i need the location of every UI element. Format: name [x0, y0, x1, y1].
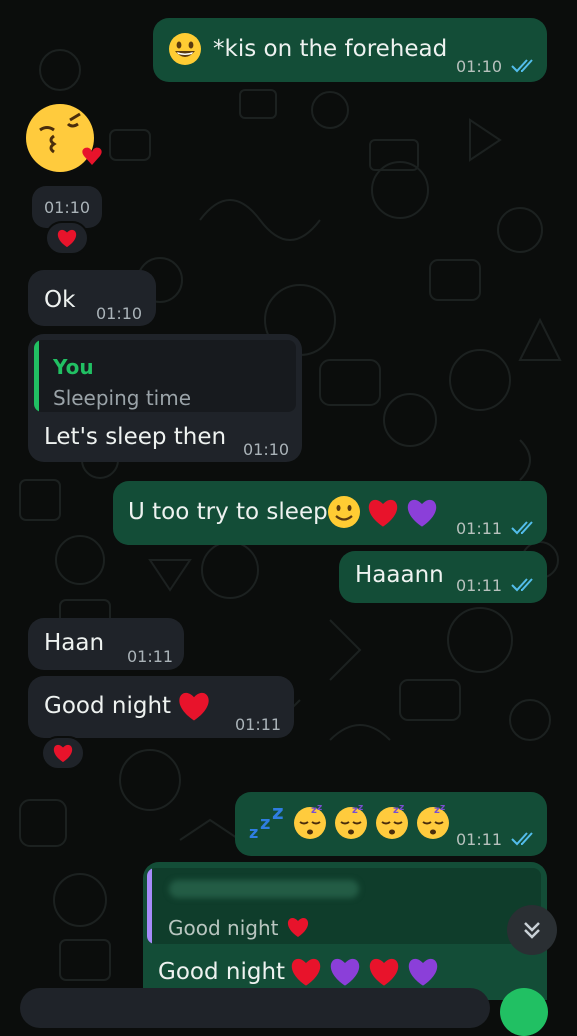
message-text: U too try to sleep	[128, 499, 328, 525]
svg-text:z: z	[399, 804, 404, 813]
svg-text:z: z	[358, 804, 363, 813]
message-text: Haaann	[355, 562, 444, 588]
reaction-badge[interactable]	[45, 221, 89, 255]
quote-accent-bar	[34, 340, 39, 412]
svg-text:z: z	[317, 804, 322, 813]
message-time: 01:10	[456, 57, 503, 76]
message-time: 01:11	[456, 576, 503, 595]
purple-heart-icon	[330, 958, 360, 986]
purple-heart-icon	[407, 499, 437, 527]
quote-author-blurred	[169, 880, 359, 898]
message-bubble-incoming[interactable]: Good night 01:11	[28, 676, 294, 738]
quoted-message[interactable]: You Sleeping time	[34, 340, 296, 412]
heart-icon	[53, 744, 73, 763]
message-time: 01:10	[243, 440, 290, 459]
quoted-message[interactable]: Good night	[147, 868, 541, 944]
message-emojis: z z z zz zz zz zz	[249, 800, 451, 842]
message-bubble-incoming[interactable]: Ok 01:10	[28, 270, 156, 326]
sleeping-emoji: zz	[335, 803, 368, 839]
scroll-to-bottom-button[interactable]	[507, 905, 557, 955]
quote-text: Good night	[168, 916, 279, 940]
quote-accent-bar	[147, 868, 152, 944]
message-input-bar[interactable]	[20, 988, 490, 1028]
message-emoji-incoming[interactable]	[22, 100, 106, 180]
message-text: Let's sleep then	[44, 424, 227, 450]
svg-text:z: z	[440, 804, 445, 813]
heart-icon	[287, 918, 309, 937]
message-emojis	[327, 495, 439, 529]
message-bubble-outgoing[interactable]: *kis on the forehead 01:10	[153, 18, 547, 82]
message-time: 01:11	[456, 830, 503, 849]
zzz-emoji: z z z	[249, 800, 284, 842]
heart-icon	[369, 958, 399, 986]
message-text: Haan	[44, 630, 105, 656]
heart-icon	[291, 958, 321, 986]
message-time: 01:11	[127, 647, 174, 666]
message-bubble-outgoing[interactable]: Haaann 01:11	[339, 551, 547, 603]
sleeping-emoji: zz	[417, 803, 450, 839]
sleeping-emoji: zz	[294, 803, 327, 839]
double-check-icon	[511, 59, 533, 73]
message-bubble-outgoing[interactable]: z z z zz zz zz zz 01:11	[235, 792, 547, 856]
purple-heart-icon	[409, 958, 438, 986]
message-text: *kis on the forehead	[213, 36, 448, 62]
message-time: 01:11	[235, 715, 282, 734]
message-time: 01:10	[44, 198, 91, 217]
message-emojis	[289, 956, 440, 987]
message-text: Good night	[44, 693, 172, 719]
svg-text:z: z	[260, 813, 270, 834]
heart-icon	[368, 499, 398, 527]
reaction-badge[interactable]	[41, 736, 85, 770]
double-check-icon	[511, 832, 533, 846]
message-bubble-outgoing[interactable]: U too try to sleep 01:11	[113, 481, 547, 545]
smile-emoji	[168, 32, 202, 70]
double-check-icon	[511, 521, 533, 535]
message-time: 01:10	[96, 304, 143, 323]
quote-text: Sleeping time	[53, 386, 192, 410]
quote-author: You	[53, 355, 94, 379]
double-check-icon	[511, 578, 533, 592]
kiss-emoji	[26, 104, 102, 172]
message-bubble-incoming-reply[interactable]: You Sleeping time Let's sleep then 01:10	[28, 334, 302, 462]
smile-emoji	[328, 496, 360, 528]
message-text: Good night	[158, 959, 286, 985]
message-time: 01:11	[456, 519, 503, 538]
message-text: Ok	[44, 287, 76, 313]
heart-icon	[57, 229, 77, 248]
message-bubble-outgoing-reply[interactable]: Good night Good night	[143, 862, 547, 1000]
svg-text:z: z	[272, 804, 284, 824]
message-bubble-incoming[interactable]: Haan 01:11	[28, 618, 184, 670]
sleeping-emoji: zz	[376, 803, 409, 839]
scroll-down-chevron-icon	[524, 922, 540, 939]
send-button[interactable]	[500, 988, 548, 1036]
heart-icon	[179, 692, 209, 721]
svg-text:z: z	[249, 823, 258, 840]
